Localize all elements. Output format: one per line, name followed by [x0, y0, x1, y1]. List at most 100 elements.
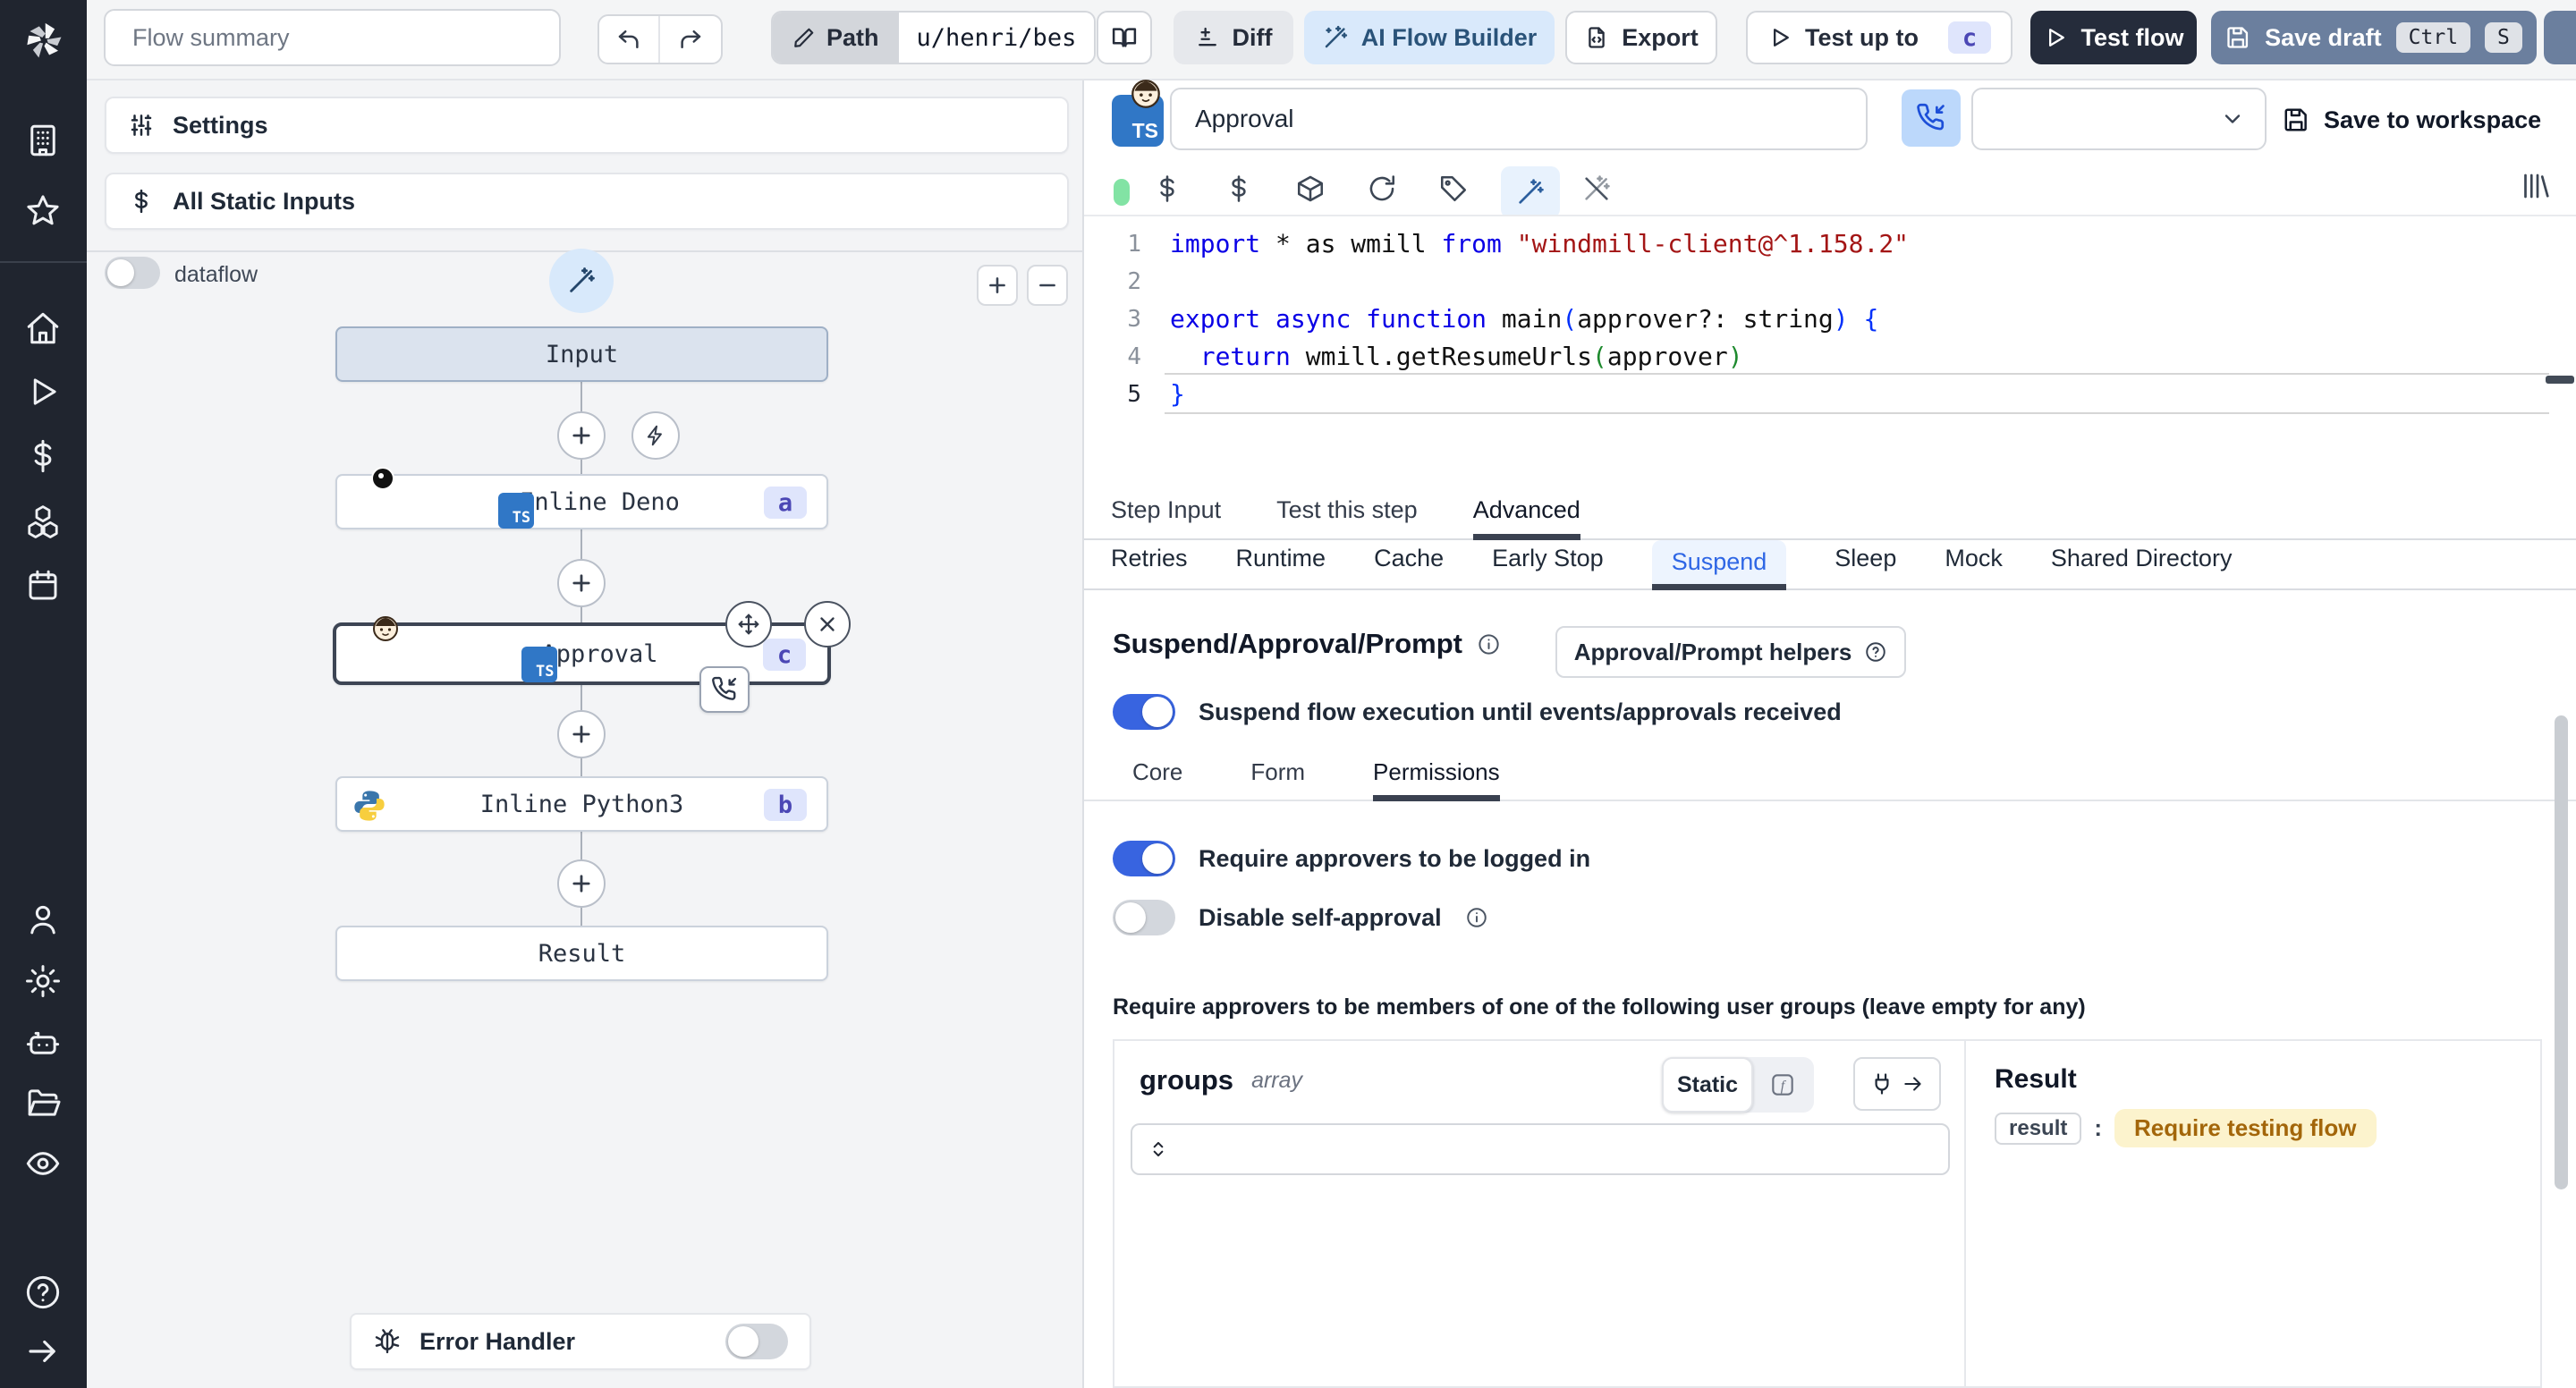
library-button[interactable] — [2519, 170, 2551, 202]
static-mode-button[interactable]: Static — [1662, 1057, 1753, 1113]
flow-summary-input[interactable]: Flow summary — [104, 9, 561, 66]
pencil-icon — [794, 28, 814, 47]
tab-mock[interactable]: Mock — [1945, 540, 2003, 590]
insert-step-button[interactable] — [557, 859, 606, 908]
format-button[interactable] — [1438, 174, 1469, 204]
sidebar-item-folders[interactable] — [24, 1084, 62, 1121]
require-login-toggle[interactable] — [1113, 841, 1175, 876]
diff-button[interactable]: Diff — [1174, 11, 1293, 64]
sidebar-item-runs[interactable] — [24, 373, 62, 410]
step-name-input[interactable]: Approval — [1170, 88, 1868, 150]
test-up-to-button[interactable]: Test up to c — [1746, 11, 2012, 64]
suspend-enable-toggle[interactable] — [1113, 694, 1175, 730]
insert-step-button[interactable] — [557, 710, 606, 758]
package-button[interactable] — [1295, 174, 1326, 204]
error-handler-card[interactable]: Error Handler — [350, 1313, 811, 1370]
windmill-logo[interactable] — [0, 0, 87, 80]
tab-runtime[interactable]: Runtime — [1236, 540, 1326, 590]
zoom-out-button[interactable] — [1027, 265, 1068, 306]
tab-early-stop[interactable]: Early Stop — [1492, 540, 1604, 590]
ai-flow-builder-button[interactable]: AI Flow Builder — [1304, 11, 1555, 64]
sidebar-item-schedules[interactable] — [24, 567, 62, 605]
sidebar-item-home[interactable] — [24, 309, 62, 347]
calendar-icon — [29, 570, 57, 600]
save-icon — [2227, 27, 2249, 48]
graph-ai-button[interactable] — [549, 249, 614, 313]
tab-cache[interactable]: Cache — [1374, 540, 1444, 590]
ai-flow-builder-label: AI Flow Builder — [1360, 23, 1538, 51]
step-detail-panel: TS Approval Save to workspace 1 import *… — [1084, 80, 2576, 1388]
tab-sleep[interactable]: Sleep — [1835, 540, 1896, 590]
deploy-button-partial[interactable] — [2544, 11, 2576, 64]
undo-button[interactable] — [599, 16, 660, 63]
suspend-toggle-label: Suspend flow execution until events/appr… — [1199, 698, 1842, 725]
node-input[interactable]: Input — [335, 326, 828, 382]
code-editor[interactable]: 1 import * as wmill from "windmill-client… — [1084, 215, 2576, 494]
suspend-step-toggle-button[interactable] — [1902, 89, 1961, 147]
add-resource-button[interactable] — [1224, 174, 1254, 204]
magic-wand-off-icon — [1585, 175, 1610, 200]
star-icon — [27, 195, 59, 225]
save-to-workspace-button[interactable]: Save to workspace — [2283, 95, 2541, 145]
expression-mode-button[interactable]: f — [1753, 1071, 1812, 1099]
script-template-select[interactable] — [1971, 88, 2267, 150]
test-flow-button[interactable]: Test flow — [2030, 11, 2197, 64]
sidebar-item-variables[interactable] — [24, 437, 62, 475]
path-button[interactable]: Path u/henri/bes — [771, 11, 1097, 64]
all-static-inputs-button[interactable]: All Static Inputs — [105, 173, 1069, 230]
tab-suspend[interactable]: Suspend — [1651, 540, 1787, 590]
tab-shared-directory[interactable]: Shared Directory — [2051, 540, 2233, 590]
sidebar-expand-button[interactable] — [24, 1333, 62, 1370]
move-step-button[interactable] — [725, 601, 772, 647]
magic-wand-icon — [1325, 25, 1347, 48]
editor-line-number: 4 — [1127, 343, 1141, 370]
editor-line-number: 2 — [1127, 268, 1141, 295]
tab-step-input[interactable]: Step Input — [1111, 494, 1221, 540]
delete-step-button[interactable] — [804, 601, 851, 647]
tab-test-this-step[interactable]: Test this step — [1276, 494, 1418, 540]
dataflow-toggle[interactable] — [105, 257, 160, 289]
sidebar-item-audit[interactable] — [24, 1145, 62, 1182]
flow-settings-button[interactable]: Settings — [105, 97, 1069, 154]
trigger-button[interactable] — [631, 411, 680, 460]
node-inline-python3[interactable]: Inline Python3 b — [335, 776, 828, 832]
editor-overview-mark — [2546, 376, 2574, 384]
path-value: u/henri/bes — [916, 23, 1077, 52]
connect-input-button[interactable] — [1853, 1057, 1941, 1111]
tab-permissions[interactable]: Permissions — [1373, 757, 1500, 801]
ai-disabled-button[interactable] — [1581, 174, 1612, 204]
save-draft-button[interactable]: Save draft Ctrl S — [2211, 11, 2537, 64]
sidebar-item-help[interactable] — [24, 1274, 62, 1311]
sidebar-item-resources[interactable] — [24, 503, 62, 540]
export-button[interactable]: Export — [1565, 11, 1717, 64]
ai-assistant-button-active[interactable] — [1501, 166, 1560, 218]
sidebar-item-favorites[interactable] — [24, 192, 62, 230]
tab-retries[interactable]: Retries — [1111, 540, 1188, 590]
sidebar-item-users[interactable] — [24, 901, 62, 938]
redo-button[interactable] — [660, 16, 721, 63]
tab-form[interactable]: Form — [1250, 757, 1305, 801]
sidebar-item-settings[interactable] — [24, 962, 62, 1000]
docs-button[interactable] — [1097, 11, 1152, 64]
approval-suspend-badge[interactable] — [699, 666, 750, 713]
sidebar-item-workspace[interactable] — [24, 122, 62, 159]
approval-prompt-helpers-button[interactable]: Approval/Prompt helpers — [1555, 626, 1906, 678]
node-result[interactable]: Result — [335, 926, 828, 981]
save-icon — [2284, 108, 2307, 131]
node-inline-deno[interactable]: TS Inline Deno a — [335, 467, 828, 529]
disable-self-approval-toggle[interactable] — [1113, 900, 1175, 935]
groups-array-input[interactable] — [1131, 1123, 1950, 1175]
editor-line-number: 1 — [1127, 231, 1141, 258]
phone-incoming-icon — [712, 676, 737, 700]
tab-core[interactable]: Core — [1132, 757, 1182, 801]
insert-step-button[interactable] — [557, 559, 606, 607]
insert-step-button[interactable] — [557, 411, 606, 460]
error-handler-toggle[interactable] — [725, 1324, 788, 1359]
sidebar-item-workers[interactable] — [24, 1023, 62, 1061]
result-heading: Result — [1995, 1064, 2077, 1094]
add-variable-button[interactable] — [1152, 174, 1182, 204]
tab-advanced[interactable]: Advanced — [1472, 494, 1580, 540]
reset-button[interactable] — [1367, 174, 1397, 204]
zoom-in-button[interactable] — [977, 265, 1018, 306]
panel-scrollbar[interactable] — [2555, 715, 2568, 1189]
